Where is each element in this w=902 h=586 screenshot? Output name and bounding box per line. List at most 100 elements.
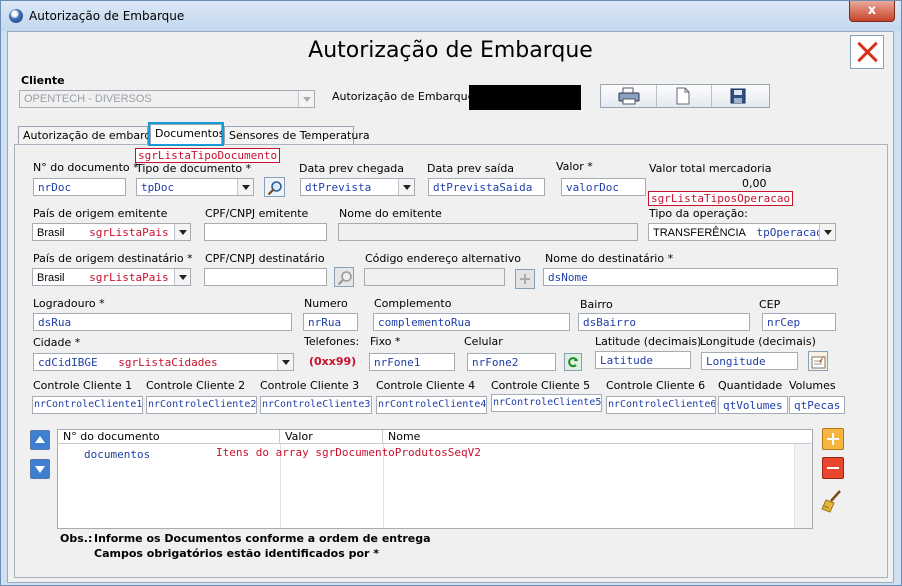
cpf-destinatario-input[interactable] bbox=[204, 268, 327, 286]
print-button[interactable] bbox=[601, 85, 657, 107]
tipo-documento-value: tpDoc bbox=[141, 181, 175, 194]
longitude-input[interactable]: Longitude bbox=[701, 352, 798, 370]
controle-6-label: Controle Cliente 6 bbox=[606, 379, 706, 392]
window-close-button[interactable]: x bbox=[849, 1, 895, 22]
col-valor[interactable]: Valor bbox=[280, 430, 383, 444]
controle-4-input[interactable]: nrControleCliente4 bbox=[376, 396, 487, 414]
table-row[interactable]: documentos Itens do array sgrDocumentoPr… bbox=[58, 446, 812, 462]
chevron-down-icon bbox=[298, 91, 314, 107]
fixo-input[interactable]: nrFone1 bbox=[369, 353, 455, 371]
cliente-label: Cliente bbox=[21, 74, 65, 87]
arrow-up-icon bbox=[35, 436, 45, 443]
volumes-input[interactable]: qtPecas bbox=[789, 396, 845, 414]
obs-prefix: Obs.: bbox=[60, 532, 93, 545]
pais-destinatario-list: sgrListaPais bbox=[89, 271, 169, 284]
broom-icon bbox=[821, 490, 841, 513]
col-nr-documento[interactable]: N° do documento bbox=[58, 430, 280, 444]
obs-line-1: Informe os Documentos conforme a ordem d… bbox=[94, 532, 431, 545]
quantidade-label: Quantidade bbox=[718, 379, 783, 392]
col-nome[interactable]: Nome bbox=[383, 430, 812, 444]
pais-destinatario-select[interactable]: Brasil sgrListaPais bbox=[32, 268, 191, 286]
controle-3-label: Controle Cliente 3 bbox=[260, 379, 360, 392]
new-document-button[interactable] bbox=[656, 85, 712, 107]
celular-input[interactable]: nrFone2 bbox=[467, 353, 556, 371]
add-row-button[interactable] bbox=[822, 428, 844, 450]
add-endereco-button[interactable] bbox=[515, 269, 535, 289]
chevron-down-icon bbox=[237, 179, 253, 195]
valor-input[interactable]: valorDoc bbox=[561, 178, 646, 196]
search-destinatario-button[interactable] bbox=[334, 267, 354, 287]
nome-emitente-input[interactable] bbox=[338, 223, 638, 241]
magnifier-icon bbox=[267, 181, 282, 196]
tipo-operacao-var: tpOperacao bbox=[756, 226, 823, 239]
cidade-select[interactable]: cdCidIBGE sgrListaCidades bbox=[33, 353, 294, 371]
celular-label: Celular bbox=[464, 335, 503, 348]
map-pin-icon bbox=[811, 355, 826, 369]
bairro-label: Bairro bbox=[580, 298, 613, 311]
data-saida-label: Data prev saída bbox=[427, 162, 515, 175]
autorizacao-number-field bbox=[469, 85, 581, 110]
pais-emitente-select[interactable]: Brasil sgrListaPais bbox=[32, 223, 191, 241]
cpf-emitente-input[interactable] bbox=[204, 223, 327, 241]
nome-destinatario-label: Nome do destinatário * bbox=[545, 252, 674, 265]
cpf-destinatario-label: CPF/CNPJ destinatário bbox=[205, 252, 325, 265]
codigo-endereco-input[interactable] bbox=[364, 268, 505, 286]
data-chegada-select[interactable]: dtPrevista bbox=[300, 178, 415, 196]
toolbar-buttons bbox=[600, 84, 770, 108]
controle-1-input[interactable]: nrControleCliente1 bbox=[32, 396, 143, 414]
complemento-input[interactable]: complementoRua bbox=[373, 313, 570, 331]
logradouro-label: Logradouro * bbox=[33, 297, 105, 310]
clear-button[interactable] bbox=[820, 488, 846, 514]
save-button[interactable] bbox=[711, 85, 766, 107]
controle-6-input[interactable]: nrControleCliente6 bbox=[606, 396, 716, 414]
remove-row-button[interactable] bbox=[822, 457, 844, 479]
move-up-button[interactable] bbox=[30, 430, 50, 450]
tipo-operacao-select[interactable]: TRANSFERÊNCIA tpOperacao bbox=[648, 223, 836, 241]
logradouro-input[interactable]: dsRua bbox=[33, 313, 292, 331]
bairro-input[interactable]: dsBairro bbox=[578, 313, 750, 331]
ddd-hint: (0xx99) bbox=[309, 355, 357, 368]
tab-sensores[interactable]: Sensores de Temperatura bbox=[224, 126, 370, 144]
quantidade-input[interactable]: qtVolumes bbox=[718, 396, 788, 414]
data-saida-input[interactable]: dtPrevistaSaida bbox=[428, 178, 545, 196]
chevron-down-icon bbox=[174, 269, 190, 285]
numero-input[interactable]: nrRua bbox=[303, 313, 358, 331]
documentos-table[interactable]: N° do documento Valor Nome documentos It… bbox=[57, 429, 813, 529]
row-note: Itens do array sgrDocumentoProdutosSeqV2 bbox=[216, 446, 481, 459]
valor-label: Valor * bbox=[556, 160, 593, 173]
search-documento-button[interactable] bbox=[264, 177, 285, 197]
nome-destinatario-input[interactable]: dsNome bbox=[543, 268, 838, 286]
controle-5-input[interactable]: nrControleCliente5 bbox=[491, 394, 602, 412]
tipo-documento-select[interactable]: tpDoc bbox=[136, 178, 254, 196]
map-locate-button[interactable] bbox=[808, 351, 828, 371]
magnifier-icon bbox=[337, 271, 352, 286]
fixo-label: Fixo * bbox=[370, 335, 401, 348]
cidade-label: Cidade * bbox=[33, 336, 81, 349]
arrow-down-icon bbox=[35, 466, 45, 473]
controle-2-input[interactable]: nrControleCliente2 bbox=[146, 396, 257, 414]
tab-autorizacao[interactable]: Autorização de embarque bbox=[18, 126, 165, 144]
page-title: Autorização de Embarque bbox=[308, 38, 593, 63]
cliente-select[interactable]: OPENTECH - DIVERSOS bbox=[19, 90, 315, 108]
chevron-down-icon bbox=[277, 354, 293, 370]
latitude-input[interactable]: Latitude bbox=[595, 351, 691, 369]
tab-documentos[interactable]: Documentos bbox=[148, 122, 224, 146]
valor-total-value: 0,00 bbox=[742, 177, 767, 190]
cep-input[interactable]: nrCep bbox=[762, 313, 836, 331]
controle-3-input[interactable]: nrControleCliente3 bbox=[260, 396, 372, 414]
chevron-down-icon bbox=[174, 224, 190, 240]
close-form-icon[interactable] bbox=[850, 35, 884, 69]
window-title: Autorização de Embarque bbox=[29, 9, 185, 23]
app-window: Autorização de Embarque x Autorização de… bbox=[0, 0, 902, 586]
move-down-button[interactable] bbox=[30, 459, 50, 479]
app-globe-icon bbox=[9, 9, 23, 23]
cliente-value: OPENTECH - DIVERSOS bbox=[24, 93, 152, 105]
table-scrollbar[interactable] bbox=[794, 444, 812, 528]
obs-line-2: Campos obrigatórios estão identificados … bbox=[94, 547, 380, 560]
printer-icon bbox=[618, 87, 640, 105]
telefones-label: Telefones: bbox=[304, 335, 360, 348]
refresh-button[interactable] bbox=[564, 353, 582, 371]
nr-documento-input[interactable]: nrDoc bbox=[33, 178, 126, 196]
form-body: Autorização de Embarque Cliente OPENTECH… bbox=[7, 31, 894, 583]
pais-emitente-value: Brasil bbox=[37, 227, 65, 239]
